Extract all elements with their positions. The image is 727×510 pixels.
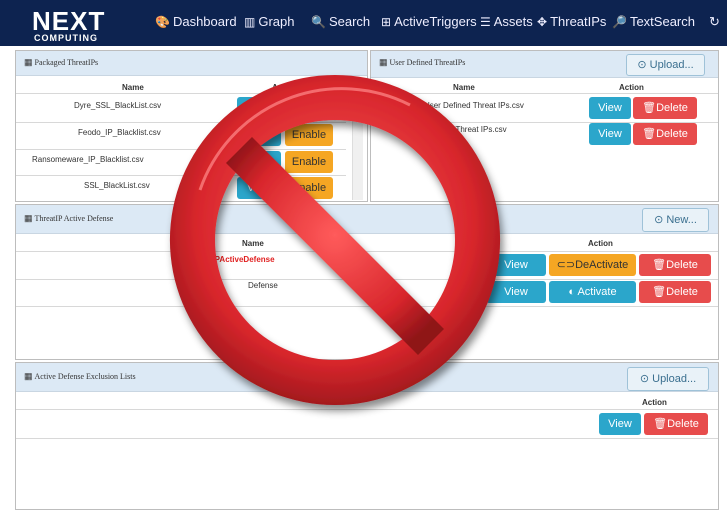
- user-defined-threatips-panel: ▦ User Defined ThreatIPs ⊙ Upload... Name…: [370, 50, 719, 202]
- crosshair-icon: ✥: [537, 15, 548, 29]
- nav-dashboard-label: Dashboard: [172, 14, 237, 29]
- nav-graph[interactable]: ▥ Graph: [244, 14, 294, 29]
- upload-button[interactable]: ⊙ Upload...: [627, 367, 709, 391]
- column-header-name: Name: [453, 83, 475, 92]
- new-button[interactable]: ⊙ New...: [642, 208, 709, 232]
- trash-icon: 🗑: [642, 128, 657, 140]
- view-button[interactable]: View: [486, 254, 546, 276]
- view-button[interactable]: View: [237, 151, 281, 173]
- plus-circle-icon: ⊙: [654, 214, 667, 226]
- delete-button[interactable]: 🗑Delete: [633, 97, 697, 119]
- nav-search-label: Search: [328, 14, 371, 29]
- top-navbar: NEXT COMPUTING 🎨 Dashboard ▥ Graph 🔍 Search…: [0, 0, 727, 46]
- list-icon: ▦: [24, 371, 33, 381]
- column-header-name: Name: [242, 239, 264, 248]
- trash-icon: 🗑: [652, 259, 667, 271]
- panel-header: ▦ Packaged ThreatIPs: [16, 51, 367, 76]
- nav-threatips[interactable]: ✥ ThreatIPs: [537, 14, 606, 29]
- list-icon: ▦: [24, 57, 33, 67]
- panel-title: ▦ Active Defense Exclusion Lists: [24, 371, 136, 381]
- panel-title: ▦ User Defined ThreatIPs: [379, 57, 466, 67]
- trash-icon: 🗑: [642, 102, 657, 114]
- list-icon: ☰: [480, 15, 491, 29]
- nav-graph-label: Graph: [258, 14, 295, 29]
- trash-icon: 🗑: [652, 286, 667, 298]
- view-button[interactable]: View: [589, 123, 631, 145]
- enable-button[interactable]: Enable: [285, 151, 333, 173]
- nav-search[interactable]: 🔍 Search: [311, 14, 370, 29]
- list-item-name: ...982_Threat IPs.csv: [431, 125, 507, 134]
- bar-chart-icon: ▥: [244, 15, 256, 29]
- panel-header: ▦ ThreatIP Active Defense: [16, 205, 718, 234]
- scrollbar[interactable]: [352, 82, 363, 200]
- view-button[interactable]: View: [237, 97, 281, 119]
- deactivate-button[interactable]: ⊂⊃DeActivate: [549, 254, 636, 276]
- packaged-threatips-panel: ▦ Packaged ThreatIPs Name Action Dyre_SSL…: [15, 50, 368, 202]
- view-button[interactable]: View: [589, 97, 631, 119]
- list-item-name: 1871865371_User Defined Threat IPs.csv: [375, 101, 524, 110]
- panel-title: ▦ Packaged ThreatIPs: [24, 57, 99, 67]
- view-button[interactable]: View: [237, 124, 281, 146]
- nav-assets-label: Assets: [493, 14, 533, 29]
- delete-button[interactable]: 🗑Delete: [639, 254, 711, 276]
- list-item-name: Feodo_IP_Blacklist.csv: [78, 128, 161, 137]
- column-header-name: Name: [122, 83, 144, 92]
- toggle-off-icon: ⊂⊃: [556, 259, 576, 271]
- upload-button[interactable]: ⊙ Upload...: [626, 54, 705, 76]
- palette-icon: 🎨: [155, 15, 170, 29]
- list-item-name: Defense: [248, 281, 278, 290]
- list-item-name: Dyre_SSL_BlackList.csv: [74, 101, 162, 110]
- next-computing-logo[interactable]: NEXT COMPUTING: [22, 6, 118, 43]
- column-header-action: Action: [272, 83, 297, 92]
- nav-threatips-label: ThreatIPs: [550, 14, 607, 29]
- text-search-icon: 🔎: [612, 15, 627, 29]
- nav-textsearch[interactable]: 🔎 TextSearch: [612, 14, 695, 29]
- column-header-action: Action: [619, 83, 644, 92]
- nav-activetriggers[interactable]: ⊞ ActiveTriggers: [381, 14, 477, 29]
- column-header-action: Action: [588, 239, 613, 248]
- nav-assets[interactable]: ☰ Assets: [480, 14, 533, 29]
- list-item-name: Ransomeware_IP_Blacklist.csv: [32, 155, 144, 164]
- delete-button[interactable]: 🗑Delete: [633, 123, 697, 145]
- trash-icon: 🗑: [653, 418, 668, 430]
- threatip-active-defense-panel: ▦ ThreatIP Active Defense ⊙ New... Name A…: [15, 204, 719, 360]
- view-button[interactable]: View: [486, 281, 546, 303]
- list-icon: ▦: [24, 213, 33, 223]
- nav-textsearch-label: TextSearch: [629, 14, 695, 29]
- enable-button[interactable]: Enable: [285, 177, 333, 199]
- search-icon: 🔍: [311, 15, 326, 29]
- upload-icon: ⊙: [637, 59, 650, 71]
- upload-icon: ⊙: [639, 373, 653, 385]
- list-item-name: ThreatIPActiveDefense: [188, 255, 275, 264]
- panel-title: ▦ ThreatIP Active Defense: [24, 213, 114, 223]
- logo-sub-text: COMPUTING: [34, 33, 98, 43]
- column-header-action: Action: [642, 398, 667, 407]
- nav-activetriggers-label: ActiveTriggers: [394, 14, 477, 29]
- view-button[interactable]: View: [599, 413, 641, 435]
- activate-button[interactable]: ◐ Activate: [549, 281, 636, 303]
- plus-square-icon: ⊞: [381, 15, 392, 29]
- nav-dashboard[interactable]: 🎨 Dashboard: [155, 14, 237, 29]
- delete-button[interactable]: 🗑Delete: [639, 281, 711, 303]
- enable-button[interactable]: Enable: [285, 97, 333, 119]
- list-item-name: SSL_BlackList.csv: [84, 181, 150, 190]
- view-button[interactable]: View: [237, 177, 281, 199]
- panel-header: ▦ Active Defense Exclusion Lists: [16, 363, 718, 392]
- enable-button[interactable]: Enable: [285, 124, 333, 146]
- active-defense-exclusion-lists-panel: ▦ Active Defense Exclusion Lists ⊙ Upload…: [15, 362, 719, 510]
- delete-button[interactable]: 🗑Delete: [644, 413, 708, 435]
- list-icon: ▦: [379, 57, 388, 67]
- refresh-icon[interactable]: ↻: [709, 14, 720, 30]
